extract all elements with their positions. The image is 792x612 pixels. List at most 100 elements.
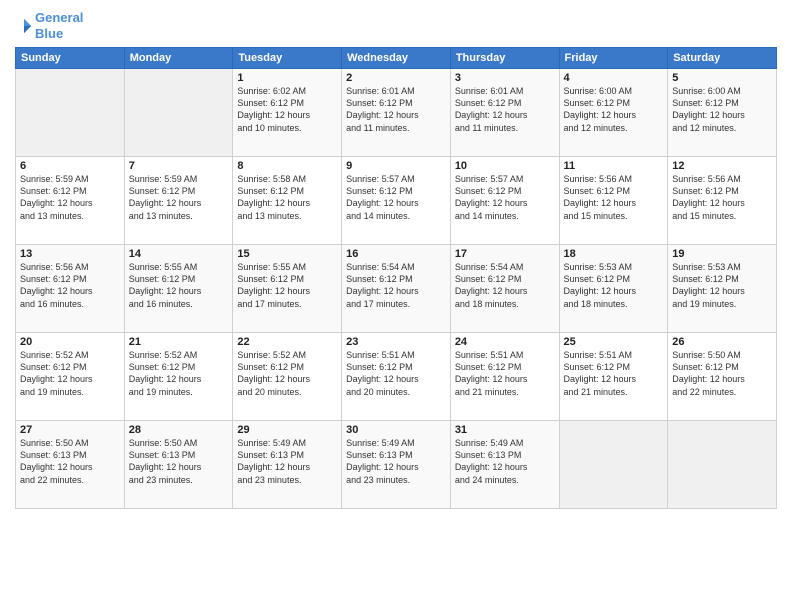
- day-info: Sunrise: 5:58 AM Sunset: 6:12 PM Dayligh…: [237, 173, 337, 222]
- day-info: Sunrise: 5:55 AM Sunset: 6:12 PM Dayligh…: [237, 261, 337, 310]
- day-info: Sunrise: 5:52 AM Sunset: 6:12 PM Dayligh…: [129, 349, 229, 398]
- day-number: 3: [455, 72, 555, 84]
- calendar-cell: 17Sunrise: 5:54 AM Sunset: 6:12 PM Dayli…: [450, 245, 559, 333]
- day-number: 7: [129, 160, 229, 172]
- day-number: 27: [20, 424, 120, 436]
- day-number: 25: [564, 336, 664, 348]
- day-info: Sunrise: 5:49 AM Sunset: 6:13 PM Dayligh…: [237, 437, 337, 486]
- calendar-cell: 25Sunrise: 5:51 AM Sunset: 6:12 PM Dayli…: [559, 333, 668, 421]
- calendar-cell: 24Sunrise: 5:51 AM Sunset: 6:12 PM Dayli…: [450, 333, 559, 421]
- calendar-week-4: 20Sunrise: 5:52 AM Sunset: 6:12 PM Dayli…: [16, 333, 777, 421]
- day-info: Sunrise: 5:52 AM Sunset: 6:12 PM Dayligh…: [237, 349, 337, 398]
- calendar-cell: 7Sunrise: 5:59 AM Sunset: 6:12 PM Daylig…: [124, 157, 233, 245]
- calendar-cell: 19Sunrise: 5:53 AM Sunset: 6:12 PM Dayli…: [668, 245, 777, 333]
- day-number: 14: [129, 248, 229, 260]
- day-number: 4: [564, 72, 664, 84]
- calendar-cell: 11Sunrise: 5:56 AM Sunset: 6:12 PM Dayli…: [559, 157, 668, 245]
- day-info: Sunrise: 5:57 AM Sunset: 6:12 PM Dayligh…: [346, 173, 446, 222]
- weekday-row: SundayMondayTuesdayWednesdayThursdayFrid…: [16, 48, 777, 69]
- day-info: Sunrise: 5:56 AM Sunset: 6:12 PM Dayligh…: [20, 261, 120, 310]
- calendar-cell: 6Sunrise: 5:59 AM Sunset: 6:12 PM Daylig…: [16, 157, 125, 245]
- calendar-cell: 16Sunrise: 5:54 AM Sunset: 6:12 PM Dayli…: [342, 245, 451, 333]
- calendar-week-1: 1Sunrise: 6:02 AM Sunset: 6:12 PM Daylig…: [16, 69, 777, 157]
- weekday-header-saturday: Saturday: [668, 48, 777, 69]
- day-info: Sunrise: 5:51 AM Sunset: 6:12 PM Dayligh…: [455, 349, 555, 398]
- day-number: 20: [20, 336, 120, 348]
- day-info: Sunrise: 5:55 AM Sunset: 6:12 PM Dayligh…: [129, 261, 229, 310]
- calendar-cell: 10Sunrise: 5:57 AM Sunset: 6:12 PM Dayli…: [450, 157, 559, 245]
- day-info: Sunrise: 5:52 AM Sunset: 6:12 PM Dayligh…: [20, 349, 120, 398]
- day-info: Sunrise: 5:51 AM Sunset: 6:12 PM Dayligh…: [564, 349, 664, 398]
- calendar-cell: 2Sunrise: 6:01 AM Sunset: 6:12 PM Daylig…: [342, 69, 451, 157]
- day-number: 24: [455, 336, 555, 348]
- day-info: Sunrise: 5:59 AM Sunset: 6:12 PM Dayligh…: [129, 173, 229, 222]
- calendar-cell: 8Sunrise: 5:58 AM Sunset: 6:12 PM Daylig…: [233, 157, 342, 245]
- calendar-cell: 31Sunrise: 5:49 AM Sunset: 6:13 PM Dayli…: [450, 421, 559, 509]
- calendar-cell: 28Sunrise: 5:50 AM Sunset: 6:13 PM Dayli…: [124, 421, 233, 509]
- day-info: Sunrise: 5:56 AM Sunset: 6:12 PM Dayligh…: [672, 173, 772, 222]
- calendar-cell: 23Sunrise: 5:51 AM Sunset: 6:12 PM Dayli…: [342, 333, 451, 421]
- page-container: General Blue SundayMondayTuesdayWednesda…: [0, 0, 792, 612]
- day-info: Sunrise: 5:50 AM Sunset: 6:12 PM Dayligh…: [672, 349, 772, 398]
- calendar-cell: 29Sunrise: 5:49 AM Sunset: 6:13 PM Dayli…: [233, 421, 342, 509]
- weekday-header-friday: Friday: [559, 48, 668, 69]
- day-info: Sunrise: 5:51 AM Sunset: 6:12 PM Dayligh…: [346, 349, 446, 398]
- calendar-cell: [16, 69, 125, 157]
- day-number: 29: [237, 424, 337, 436]
- calendar-cell: 21Sunrise: 5:52 AM Sunset: 6:12 PM Dayli…: [124, 333, 233, 421]
- calendar-cell: 14Sunrise: 5:55 AM Sunset: 6:12 PM Dayli…: [124, 245, 233, 333]
- logo-text: General Blue: [35, 10, 83, 41]
- calendar-cell: [124, 69, 233, 157]
- day-info: Sunrise: 5:54 AM Sunset: 6:12 PM Dayligh…: [346, 261, 446, 310]
- day-number: 2: [346, 72, 446, 84]
- day-number: 18: [564, 248, 664, 260]
- day-number: 9: [346, 160, 446, 172]
- calendar-cell: 18Sunrise: 5:53 AM Sunset: 6:12 PM Dayli…: [559, 245, 668, 333]
- day-number: 8: [237, 160, 337, 172]
- day-info: Sunrise: 5:53 AM Sunset: 6:12 PM Dayligh…: [564, 261, 664, 310]
- day-number: 31: [455, 424, 555, 436]
- day-number: 23: [346, 336, 446, 348]
- day-info: Sunrise: 6:01 AM Sunset: 6:12 PM Dayligh…: [346, 85, 446, 134]
- day-number: 17: [455, 248, 555, 260]
- page-header: General Blue: [15, 10, 777, 41]
- calendar-cell: 5Sunrise: 6:00 AM Sunset: 6:12 PM Daylig…: [668, 69, 777, 157]
- calendar-cell: 22Sunrise: 5:52 AM Sunset: 6:12 PM Dayli…: [233, 333, 342, 421]
- day-number: 12: [672, 160, 772, 172]
- calendar-week-2: 6 Sunrise: 5:59 AM Sunset: 6:12 PM Daylig…: [16, 157, 777, 245]
- day-number: 30: [346, 424, 446, 436]
- day-info: Sunrise: 6:01 AM Sunset: 6:12 PM Dayligh…: [455, 85, 555, 134]
- calendar-cell: 4Sunrise: 6:00 AM Sunset: 6:12 PM Daylig…: [559, 69, 668, 157]
- weekday-header-wednesday: Wednesday: [342, 48, 451, 69]
- calendar-cell: [559, 421, 668, 509]
- weekday-header-sunday: Sunday: [16, 48, 125, 69]
- calendar-cell: 1Sunrise: 6:02 AM Sunset: 6:12 PM Daylig…: [233, 69, 342, 157]
- day-info: Sunrise: 6:02 AM Sunset: 6:12 PM Dayligh…: [237, 85, 337, 134]
- calendar-cell: 13Sunrise: 5:56 AM Sunset: 6:12 PM Dayli…: [16, 245, 125, 333]
- day-info: Sunrise: 5:49 AM Sunset: 6:13 PM Dayligh…: [346, 437, 446, 486]
- calendar-cell: [668, 421, 777, 509]
- calendar-week-3: 13Sunrise: 5:56 AM Sunset: 6:12 PM Dayli…: [16, 245, 777, 333]
- day-number: 5: [672, 72, 772, 84]
- day-number: 26: [672, 336, 772, 348]
- day-number: 15: [237, 248, 337, 260]
- day-info: Sunrise: 5:54 AM Sunset: 6:12 PM Dayligh…: [455, 261, 555, 310]
- calendar-cell: 30Sunrise: 5:49 AM Sunset: 6:13 PM Dayli…: [342, 421, 451, 509]
- day-info: Sunrise: 5:57 AM Sunset: 6:12 PM Dayligh…: [455, 173, 555, 222]
- day-info: Sunrise: 6:00 AM Sunset: 6:12 PM Dayligh…: [564, 85, 664, 134]
- day-number: 13: [20, 248, 120, 260]
- day-info: Sunrise: 5:56 AM Sunset: 6:12 PM Dayligh…: [564, 173, 664, 222]
- calendar-cell: 3Sunrise: 6:01 AM Sunset: 6:12 PM Daylig…: [450, 69, 559, 157]
- day-number: 11: [564, 160, 664, 172]
- logo-icon: [15, 17, 33, 35]
- day-number: 1: [237, 72, 337, 84]
- calendar-cell: 9Sunrise: 5:57 AM Sunset: 6:12 PM Daylig…: [342, 157, 451, 245]
- weekday-header-thursday: Thursday: [450, 48, 559, 69]
- day-number: 19: [672, 248, 772, 260]
- day-number: 6: [20, 160, 120, 172]
- calendar-cell: 12Sunrise: 5:56 AM Sunset: 6:12 PM Dayli…: [668, 157, 777, 245]
- day-info: Sunrise: 5:53 AM Sunset: 6:12 PM Dayligh…: [672, 261, 772, 310]
- day-number: 16: [346, 248, 446, 260]
- day-number: 28: [129, 424, 229, 436]
- day-number: 21: [129, 336, 229, 348]
